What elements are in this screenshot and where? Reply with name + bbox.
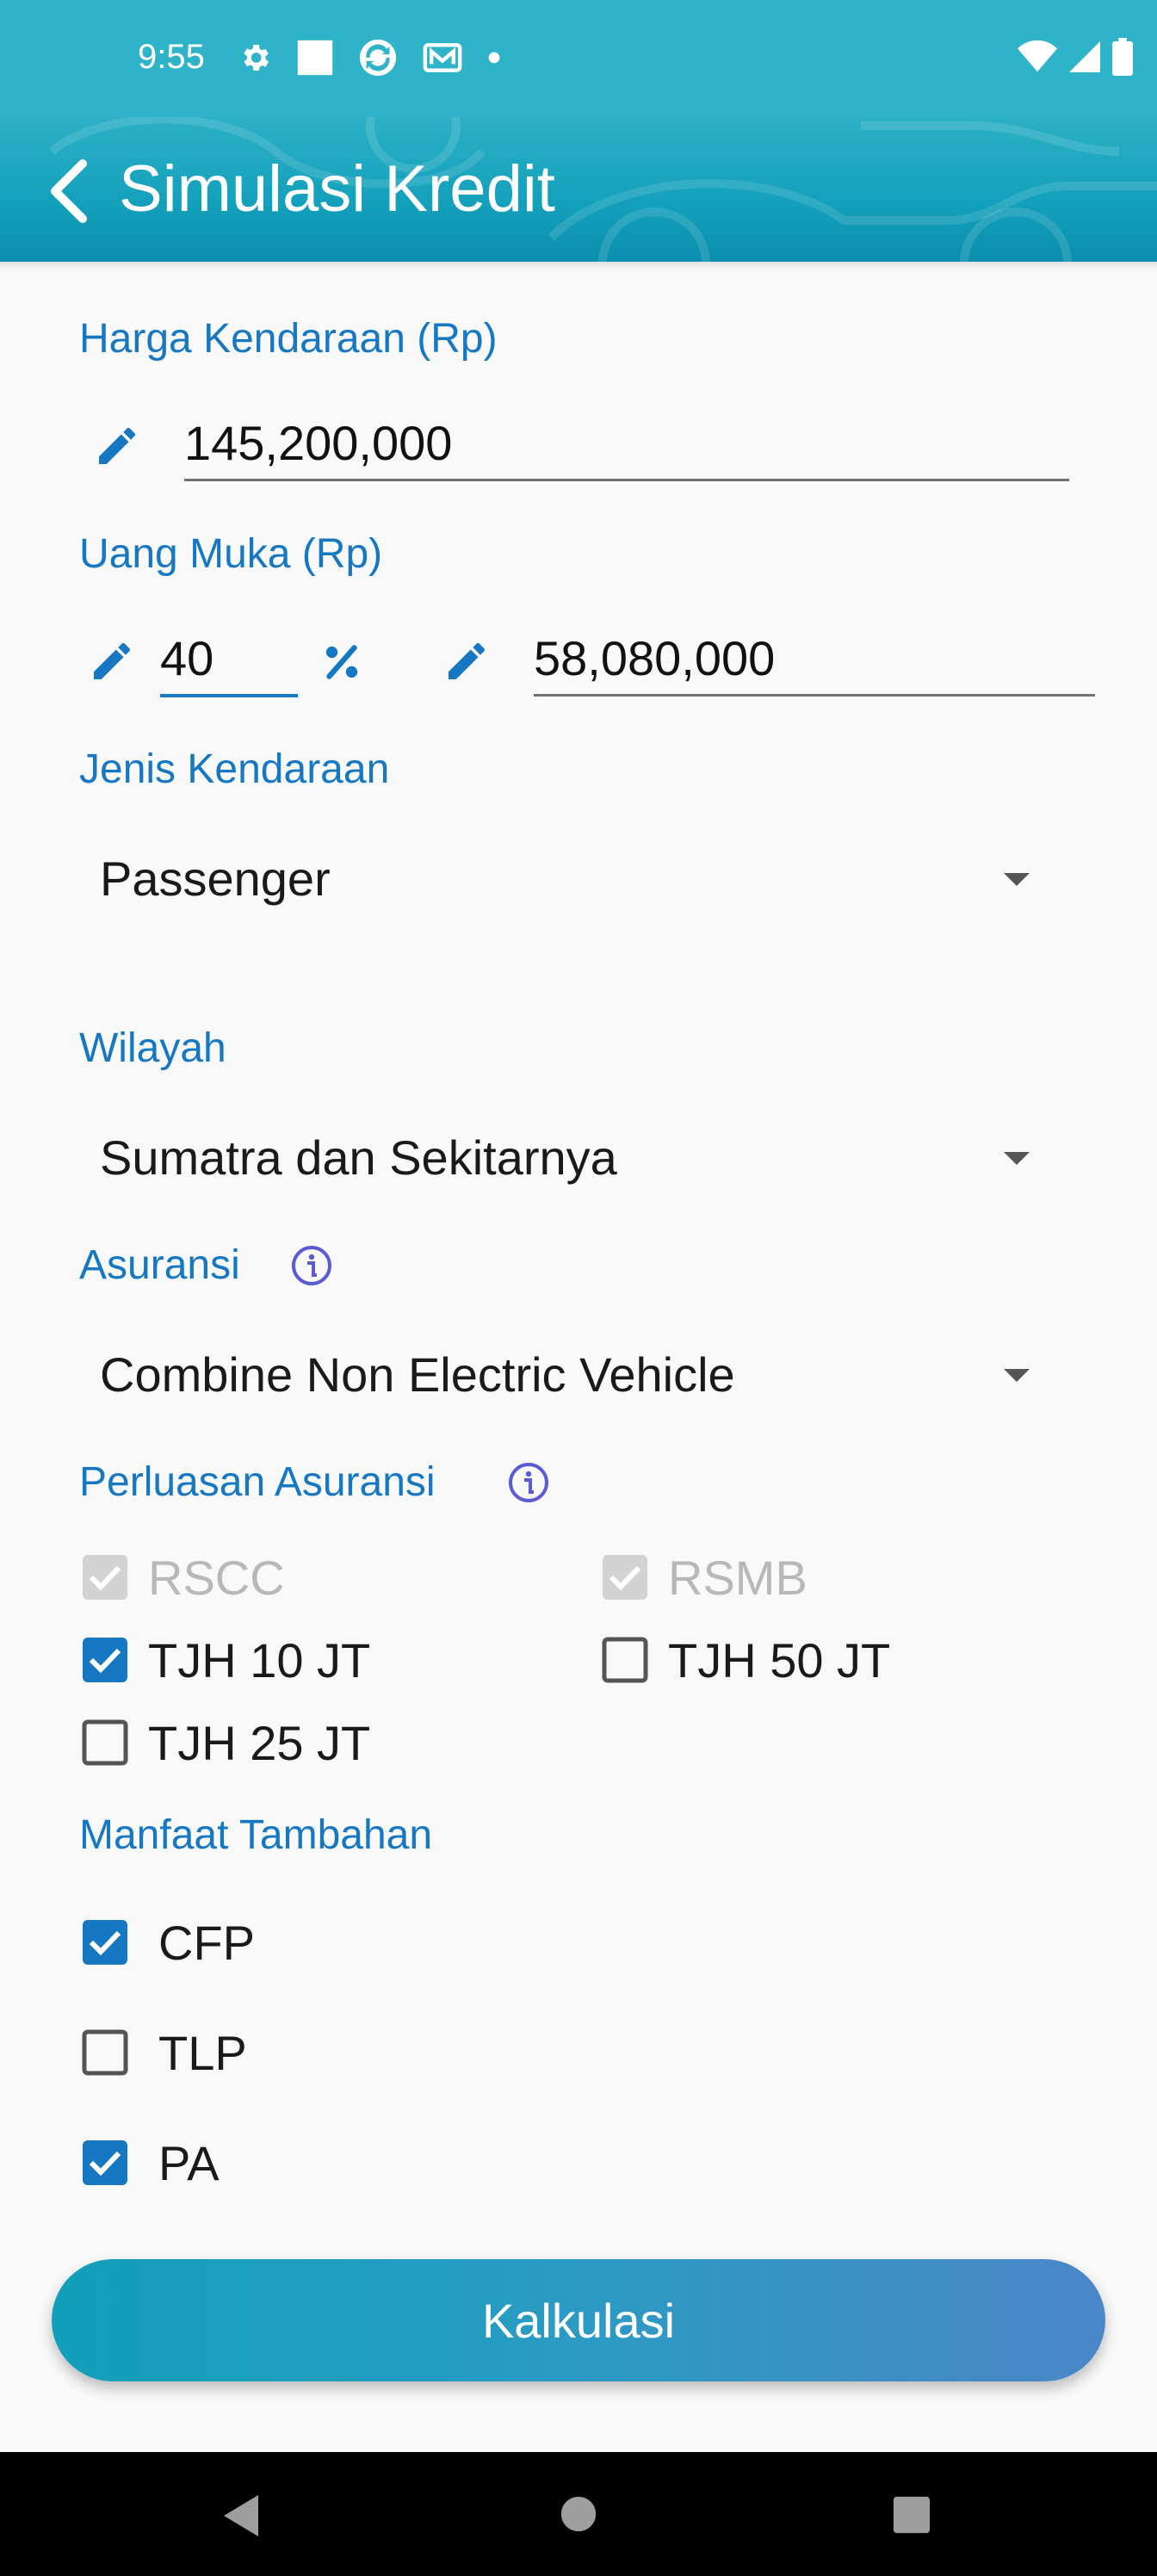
pa-label[interactable]: PA xyxy=(158,2135,220,2191)
nav-recents-icon[interactable] xyxy=(892,2495,931,2535)
dropdown-arrow-icon[interactable] xyxy=(1004,873,1030,886)
battery-icon xyxy=(1112,38,1133,76)
extra-benefits-label: Manfaat Tambahan xyxy=(79,1812,433,1858)
tjh-25-checkbox[interactable] xyxy=(81,1718,129,1767)
insurance-label: Asuransi xyxy=(79,1242,240,1288)
insurance-dropdown[interactable]: Combine Non Electric Vehicle xyxy=(100,1347,735,1403)
vehicle-type-dropdown[interactable]: Passenger xyxy=(100,851,331,907)
dropdown-arrow-icon[interactable] xyxy=(1004,1152,1030,1165)
status-time: 9:55 xyxy=(138,38,205,76)
tlp-label[interactable]: TLP xyxy=(158,2025,247,2081)
app-bar: Simulasi Kredit xyxy=(0,117,1157,262)
percent-underline xyxy=(160,694,298,697)
cfp-label[interactable]: CFP xyxy=(158,1915,255,1971)
vehicle-price-input[interactable]: 145,200,000 xyxy=(184,415,452,471)
back-arrow-icon[interactable] xyxy=(45,158,96,224)
notification-dot-icon xyxy=(488,52,500,64)
tjh-50-label[interactable]: TJH 50 JT xyxy=(668,1632,890,1688)
square-icon xyxy=(297,40,333,76)
nav-back-icon[interactable] xyxy=(220,2493,262,2538)
rscc-label: RSCC xyxy=(148,1551,285,1605)
pa-checkbox[interactable] xyxy=(81,2139,129,2187)
vehicle-type-label: Jenis Kendaraan xyxy=(79,746,390,792)
calculate-button-label: Kalkulasi xyxy=(481,2293,676,2348)
edit-pencil-icon xyxy=(94,642,130,679)
page-title: Simulasi Kredit xyxy=(119,152,555,226)
settings-icon xyxy=(244,45,269,71)
edit-pencil-icon xyxy=(449,642,485,679)
calculate-button[interactable]: Kalkulasi xyxy=(52,2259,1105,2381)
tjh-10-checkbox[interactable] xyxy=(81,1636,129,1684)
tlp-checkbox[interactable] xyxy=(81,2028,129,2077)
rsmb-label: RSMB xyxy=(668,1551,807,1605)
percent-icon xyxy=(325,645,358,679)
info-icon[interactable] xyxy=(508,1462,549,1503)
wifi-icon xyxy=(1018,40,1057,72)
tjh-50-checkbox[interactable] xyxy=(601,1636,649,1684)
cfp-checkbox[interactable] xyxy=(81,1918,129,1966)
region-label: Wilayah xyxy=(79,1025,226,1071)
nav-home-icon[interactable] xyxy=(560,2495,597,2533)
sync-app-icon xyxy=(359,39,397,77)
insurance-extension-label: Perluasan Asuransi xyxy=(79,1459,436,1505)
tjh-25-label[interactable]: TJH 25 JT xyxy=(148,1715,370,1771)
info-icon[interactable] xyxy=(291,1245,332,1286)
edit-pencil-icon xyxy=(99,427,135,464)
vehicle-price-label: Harga Kendaraan (Rp) xyxy=(79,316,498,362)
system-nav-bar xyxy=(0,2452,1157,2576)
down-payment-percent-input[interactable]: 40 xyxy=(160,630,213,686)
amount-underline xyxy=(534,694,1095,697)
status-bar: 9:55 xyxy=(0,0,1157,117)
rscc-checkbox xyxy=(83,1555,127,1600)
down-payment-amount-input[interactable]: 58,080,000 xyxy=(534,630,775,686)
down-payment-label: Uang Muka (Rp) xyxy=(79,531,383,577)
rsmb-checkbox xyxy=(603,1555,647,1600)
tjh-10-label[interactable]: TJH 10 JT xyxy=(148,1632,370,1688)
vehicle-price-underline xyxy=(184,479,1069,481)
cell-signal-icon xyxy=(1069,41,1100,72)
mail-icon xyxy=(423,43,462,72)
dropdown-arrow-icon[interactable] xyxy=(1004,1369,1030,1382)
region-dropdown[interactable]: Sumatra dan Sekitarnya xyxy=(100,1130,617,1186)
